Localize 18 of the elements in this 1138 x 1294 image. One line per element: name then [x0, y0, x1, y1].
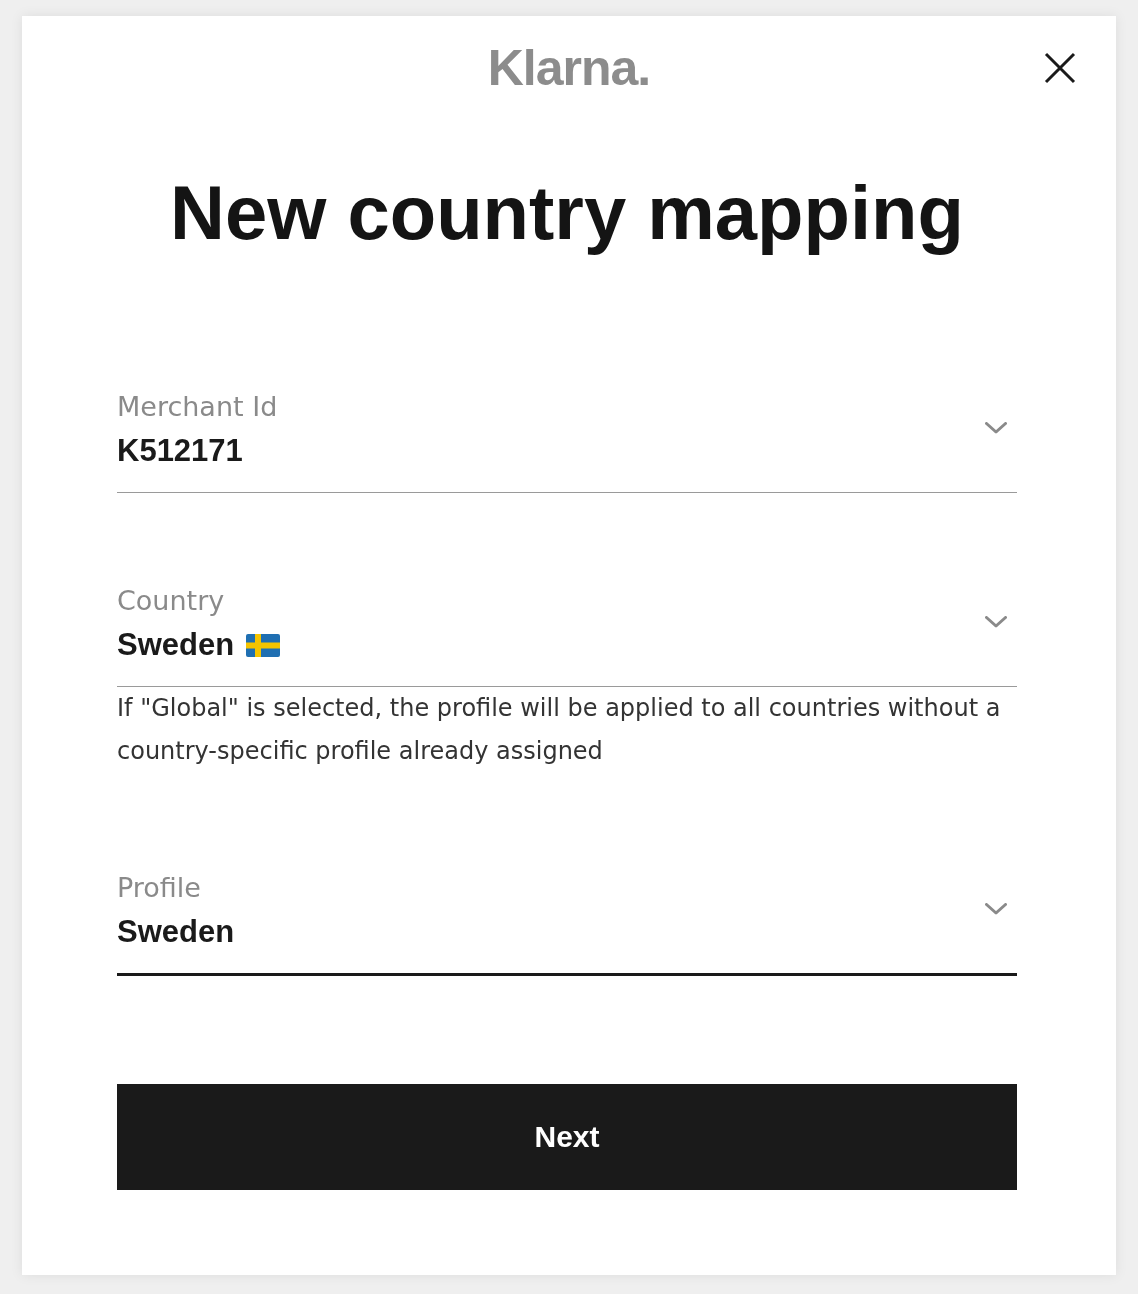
- chevron-down-icon: [985, 903, 1007, 915]
- helper-text: If "Global" is selected, the profile will be applied to all countries without a country-specific profile already assigned: [117, 693, 1002, 767]
- dropdown-field[interactable]: Country Sweden: [117, 585, 1017, 687]
- field-label: Profile: [117, 872, 202, 904]
- dropdown-field[interactable]: Merchant Id K512171: [117, 391, 1017, 493]
- chevron-down-icon: [985, 422, 1007, 434]
- field-value: Sweden: [117, 626, 235, 664]
- field-label: Merchant Id: [117, 391, 278, 423]
- field-value: Sweden: [117, 913, 235, 951]
- next-button[interactable]: Next: [117, 1084, 1017, 1190]
- field-value: K512171: [117, 432, 243, 470]
- dialog-title: New country mapping: [169, 169, 965, 257]
- field-label: Country: [117, 585, 226, 617]
- brand-logo: Klarna.: [487, 40, 651, 96]
- chevron-down-icon: [985, 616, 1007, 628]
- dropdown-field[interactable]: Profile Sweden: [117, 872, 1017, 976]
- close-button[interactable]: [1044, 52, 1076, 84]
- close-icon: [1044, 52, 1076, 84]
